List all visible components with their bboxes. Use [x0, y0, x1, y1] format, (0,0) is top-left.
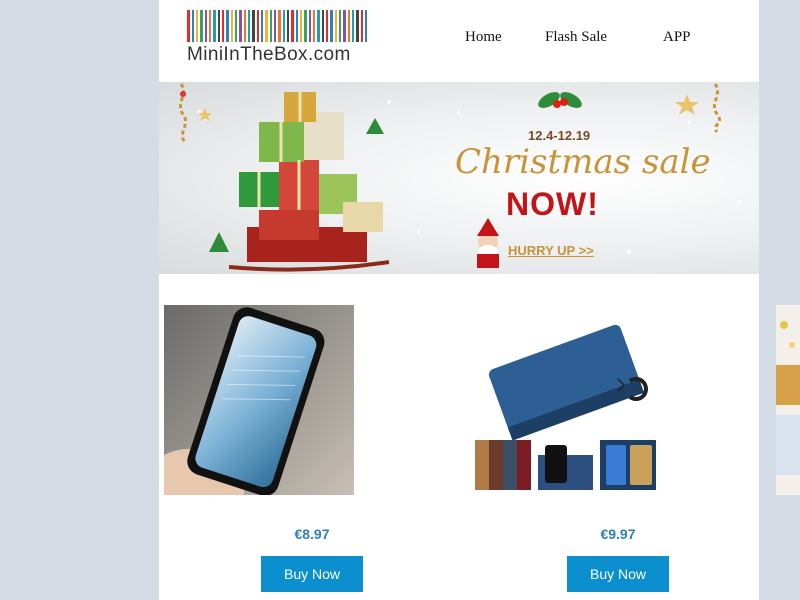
buy-now-button[interactable]: Buy Now: [261, 556, 363, 592]
streamer-right-icon: [712, 83, 722, 133]
partial-product-icon: [776, 305, 800, 495]
nav-flash-sale[interactable]: Flash Sale: [545, 29, 607, 46]
header: MiniInTheBox.com Home Flash Sale APP: [159, 0, 759, 82]
page-container: MiniInTheBox.com Home Flash Sale APP 12.…: [159, 0, 759, 600]
buy-now-button[interactable]: Buy Now: [567, 556, 669, 592]
product-price: €9.97: [600, 526, 636, 542]
santa-icon: [477, 218, 499, 268]
gift-sleigh-icon: [228, 92, 390, 272]
nav-app[interactable]: APP: [663, 29, 691, 46]
tree-icon: [366, 118, 384, 134]
star-icon: [198, 108, 212, 121]
phone-case-glass-icon: [164, 305, 354, 495]
hurry-up-link[interactable]: HURRY UP >>: [508, 243, 594, 258]
tree-icon: [209, 232, 229, 252]
product-image-wallet-case[interactable]: [470, 305, 660, 495]
product-image-magnetic-case[interactable]: [164, 305, 354, 495]
holly-icon: [538, 92, 582, 108]
christmas-sale-banner[interactable]: 12.4-12.19 Christmas sale NOW! HURRY UP …: [159, 82, 759, 274]
top-nav: Home Flash Sale APP: [159, 29, 759, 49]
star-icon: [675, 94, 699, 115]
wallet-phone-case-icon: [470, 305, 660, 495]
nav-home[interactable]: Home: [465, 29, 502, 46]
product-image-partial[interactable]: [776, 305, 800, 495]
product-price: €8.97: [294, 526, 330, 542]
streamer-left-icon: [178, 83, 188, 144]
sale-now: NOW!: [506, 186, 599, 222]
sale-headline: Christmas sale: [455, 142, 711, 182]
sale-dates: 12.4-12.19: [528, 128, 591, 143]
